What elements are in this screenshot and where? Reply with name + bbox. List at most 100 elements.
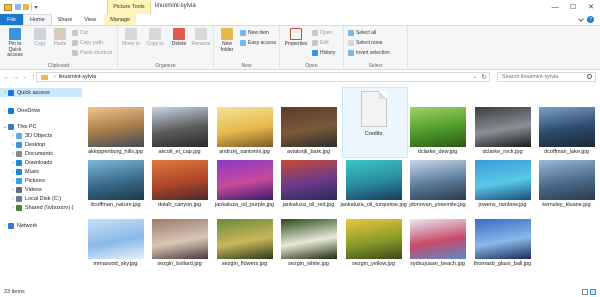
details-view-icon[interactable] xyxy=(582,289,588,295)
nav-item-icon xyxy=(8,222,14,229)
image-file-item[interactable]: sydsujuaan_beach.jpg xyxy=(406,219,469,267)
easy-access-button[interactable]: Easy access xyxy=(240,40,276,46)
paste-shortcut-icon xyxy=(72,50,78,56)
open-button[interactable]: Open xyxy=(312,30,332,36)
nav-item[interactable]: › Music xyxy=(0,167,82,176)
image-file-item[interactable]: akloppenburg_hills.jpg xyxy=(84,107,147,155)
image-file-item[interactable]: akcoil_el_cap.jpg xyxy=(148,107,211,155)
tab-share[interactable]: Share xyxy=(52,14,79,25)
nav-item[interactable]: › Network xyxy=(0,221,82,230)
image-file-item[interactable]: jowens_rainbow.jpg xyxy=(471,160,534,208)
paste-shortcut-button[interactable]: Paste shortcut xyxy=(72,50,112,56)
chevron-down-icon[interactable]: ⌄ xyxy=(473,74,477,80)
close-button[interactable]: ✕ xyxy=(582,0,600,14)
image-file-item[interactable]: jankaluza_oil_red.jpg xyxy=(277,160,340,208)
search-input[interactable]: Search linuxmint-sylvia xyxy=(497,72,596,82)
image-file-item[interactable]: dolah_canyon.jpg xyxy=(148,160,211,208)
image-file-item[interactable]: thomasb_glass_ball.jpg xyxy=(471,219,534,267)
properties-icon[interactable] xyxy=(15,4,21,10)
image-file-item[interactable]: sezgin_yellow.jpg xyxy=(342,219,405,267)
forward-arrow-icon[interactable]: → xyxy=(11,73,20,82)
copy-path-button[interactable]: Copy path xyxy=(72,40,103,46)
minimize-button[interactable]: — xyxy=(546,0,564,14)
back-arrow-icon[interactable]: ← xyxy=(2,73,11,82)
new-item-button[interactable]: New item xyxy=(240,30,269,36)
tab-manage[interactable]: Manage xyxy=(104,14,137,25)
image-file-item[interactable]: kemsley_kluane.jpg xyxy=(535,160,598,208)
breadcrumb-current[interactable]: linuxmint-sylvia xyxy=(59,74,96,80)
image-file-item[interactable]: jdonovan_yosemite.jpg xyxy=(406,160,469,208)
address-bar[interactable]: › linuxmint-sylvia ⌄ ↻ xyxy=(36,72,490,82)
nav-item[interactable]: › 3D Objects xyxy=(0,131,82,140)
nav-item-label: This PC xyxy=(17,123,37,130)
image-thumbnail xyxy=(87,160,144,200)
file-name: sezgin_flowers.jpg xyxy=(221,261,268,267)
nav-item[interactable]: › Pictures xyxy=(0,176,82,185)
history-button[interactable]: History xyxy=(312,50,336,56)
image-thumbnail xyxy=(87,219,144,259)
tab-file[interactable]: File xyxy=(0,14,23,25)
nav-item-label: Quick access xyxy=(17,89,50,96)
nav-item[interactable]: › Desktop xyxy=(0,140,82,149)
new-folder-icon[interactable] xyxy=(23,4,29,10)
pin-to-quick-access-button[interactable]: Pin to Quick access xyxy=(2,28,28,59)
image-file-item[interactable]: dcoffman_nature.jpg xyxy=(84,160,147,208)
nav-item[interactable]: › Documents xyxy=(0,149,82,158)
file-explorer-window: Picture Tools linuxmint-sylvia — ☐ ✕ Fil… xyxy=(0,0,600,297)
image-file-item[interactable]: sezgin_bollard.jpg xyxy=(148,219,211,267)
help-icon[interactable]: ? xyxy=(587,16,594,23)
tab-home[interactable]: Home xyxy=(23,14,52,25)
invert-selection-button[interactable]: Invert selection xyxy=(348,50,390,56)
nav-item[interactable]: › OneDrive xyxy=(0,106,82,115)
copy-button[interactable]: Copy xyxy=(32,28,48,48)
large-icons-view-icon[interactable] xyxy=(590,289,596,295)
image-file-item[interactable]: dcoffman_lake.jpg xyxy=(535,107,598,155)
recent-dropdown-icon[interactable]: ⌄ xyxy=(20,73,29,82)
easy-access-icon xyxy=(240,40,246,46)
file-item-credits[interactable]: Credits xyxy=(342,89,405,137)
properties-button[interactable]: Properties xyxy=(284,28,308,48)
image-file-item[interactable]: sezgin_white.jpg xyxy=(277,219,340,267)
delete-button[interactable]: Delete xyxy=(170,28,188,48)
copy-to-button[interactable]: Copy to xyxy=(146,28,164,48)
chevron-down-icon[interactable] xyxy=(34,5,38,9)
refresh-icon[interactable]: ↻ xyxy=(481,73,487,81)
image-file-item[interactable]: jankaluza_oil_purple.jpg xyxy=(213,160,276,208)
nav-item-icon xyxy=(8,107,14,114)
edit-button[interactable]: Edit xyxy=(312,40,329,46)
nav-item[interactable]: › Shared (\\vboxsrv) ( xyxy=(0,203,82,212)
chevron-up-icon[interactable] xyxy=(578,15,584,22)
image-file-item[interactable]: mmasood_sky.jpg xyxy=(84,219,147,267)
paste-button[interactable]: Paste xyxy=(52,28,68,48)
tab-view[interactable]: View xyxy=(78,14,102,25)
file-name: Credits xyxy=(364,131,383,137)
image-thumbnail xyxy=(538,160,595,200)
new-folder-button[interactable]: New folder xyxy=(218,28,236,53)
invert-selection-label: Invert selection xyxy=(356,50,390,56)
nav-item[interactable]: › Local Disk (C:) xyxy=(0,194,82,203)
image-file-item[interactable]: dclarke_dew.jpg xyxy=(406,107,469,155)
maximize-button[interactable]: ☐ xyxy=(564,0,582,14)
nav-item[interactable]: › Quick access xyxy=(0,88,82,97)
nav-item[interactable]: › Downloads xyxy=(0,158,82,167)
file-name: jdonovan_yosemite.jpg xyxy=(409,202,466,208)
delete-label: Delete xyxy=(171,41,187,47)
cut-button[interactable]: Cut xyxy=(72,30,88,36)
image-thumbnail xyxy=(474,160,531,200)
move-to-button[interactable]: Move to xyxy=(122,28,140,48)
nav-item[interactable]: ⌄ This PC xyxy=(0,122,82,131)
nav-item[interactable]: › Videos xyxy=(0,185,82,194)
nav-item-icon xyxy=(16,177,22,184)
image-thumbnail xyxy=(474,107,531,147)
nav-item-icon xyxy=(8,123,14,130)
image-file-item[interactable]: aviatorjk_bark.jpg xyxy=(277,107,340,155)
image-file-item[interactable]: sezgin_flowers.jpg xyxy=(213,219,276,267)
paste-label: Paste xyxy=(53,41,67,47)
rename-button[interactable]: Rename xyxy=(192,28,210,48)
history-icon xyxy=(312,50,318,56)
image-file-item[interactable]: jankaluza_oil_turquoise.jpg xyxy=(341,160,407,208)
select-all-button[interactable]: Select all xyxy=(348,30,376,36)
image-file-item[interactable]: dclarke_rock.jpg xyxy=(471,107,534,155)
image-file-item[interactable]: andrzej_santorini.jpg xyxy=(213,107,276,155)
select-none-button[interactable]: Select none xyxy=(348,40,382,46)
